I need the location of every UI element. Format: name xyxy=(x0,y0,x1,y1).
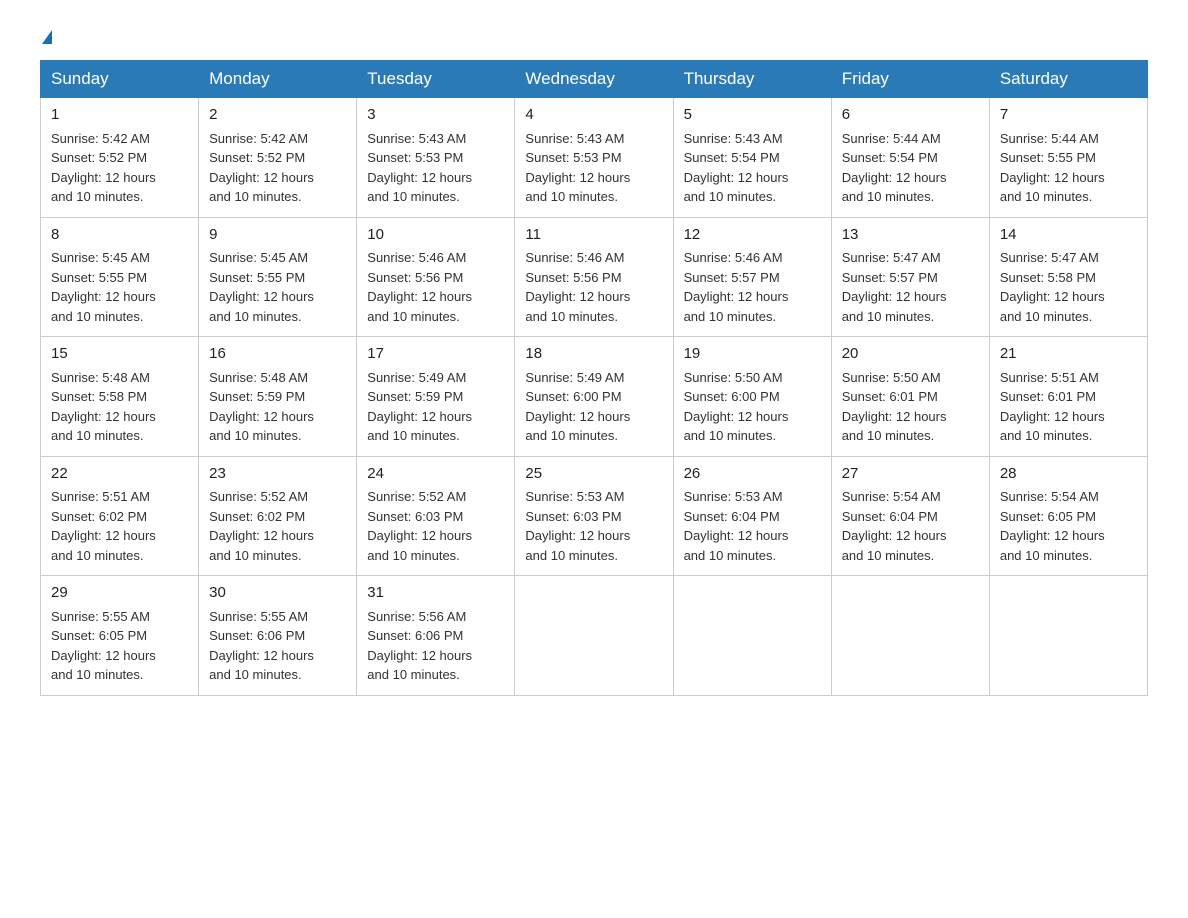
day-number: 30 xyxy=(209,582,346,605)
calendar-week-2: 8Sunrise: 5:45 AMSunset: 5:55 PMDaylight… xyxy=(41,217,1148,337)
weekday-header-row: SundayMondayTuesdayWednesdayThursdayFrid… xyxy=(41,61,1148,98)
calendar-cell: 5Sunrise: 5:43 AMSunset: 5:54 PMDaylight… xyxy=(673,98,831,218)
page-header xyxy=(40,30,1148,44)
calendar-cell: 16Sunrise: 5:48 AMSunset: 5:59 PMDayligh… xyxy=(199,337,357,457)
calendar-cell: 24Sunrise: 5:52 AMSunset: 6:03 PMDayligh… xyxy=(357,456,515,576)
calendar-cell: 10Sunrise: 5:46 AMSunset: 5:56 PMDayligh… xyxy=(357,217,515,337)
day-number: 16 xyxy=(209,343,346,366)
day-number: 19 xyxy=(684,343,821,366)
weekday-header-tuesday: Tuesday xyxy=(357,61,515,98)
calendar-cell: 4Sunrise: 5:43 AMSunset: 5:53 PMDaylight… xyxy=(515,98,673,218)
day-number: 22 xyxy=(51,463,188,486)
day-number: 2 xyxy=(209,104,346,127)
day-number: 15 xyxy=(51,343,188,366)
weekday-header-thursday: Thursday xyxy=(673,61,831,98)
day-number: 12 xyxy=(684,224,821,247)
calendar-cell: 21Sunrise: 5:51 AMSunset: 6:01 PMDayligh… xyxy=(989,337,1147,457)
calendar-cell: 2Sunrise: 5:42 AMSunset: 5:52 PMDaylight… xyxy=(199,98,357,218)
calendar-cell: 30Sunrise: 5:55 AMSunset: 6:06 PMDayligh… xyxy=(199,576,357,696)
calendar-cell: 23Sunrise: 5:52 AMSunset: 6:02 PMDayligh… xyxy=(199,456,357,576)
calendar-cell: 11Sunrise: 5:46 AMSunset: 5:56 PMDayligh… xyxy=(515,217,673,337)
calendar-table: SundayMondayTuesdayWednesdayThursdayFrid… xyxy=(40,60,1148,696)
calendar-cell: 7Sunrise: 5:44 AMSunset: 5:55 PMDaylight… xyxy=(989,98,1147,218)
day-number: 1 xyxy=(51,104,188,127)
calendar-cell: 9Sunrise: 5:45 AMSunset: 5:55 PMDaylight… xyxy=(199,217,357,337)
calendar-cell: 29Sunrise: 5:55 AMSunset: 6:05 PMDayligh… xyxy=(41,576,199,696)
weekday-header-monday: Monday xyxy=(199,61,357,98)
calendar-week-4: 22Sunrise: 5:51 AMSunset: 6:02 PMDayligh… xyxy=(41,456,1148,576)
calendar-cell: 3Sunrise: 5:43 AMSunset: 5:53 PMDaylight… xyxy=(357,98,515,218)
calendar-cell: 6Sunrise: 5:44 AMSunset: 5:54 PMDaylight… xyxy=(831,98,989,218)
calendar-cell: 17Sunrise: 5:49 AMSunset: 5:59 PMDayligh… xyxy=(357,337,515,457)
calendar-cell: 14Sunrise: 5:47 AMSunset: 5:58 PMDayligh… xyxy=(989,217,1147,337)
day-number: 14 xyxy=(1000,224,1137,247)
calendar-week-1: 1Sunrise: 5:42 AMSunset: 5:52 PMDaylight… xyxy=(41,98,1148,218)
day-number: 17 xyxy=(367,343,504,366)
day-number: 5 xyxy=(684,104,821,127)
calendar-cell xyxy=(989,576,1147,696)
day-number: 18 xyxy=(525,343,662,366)
day-number: 27 xyxy=(842,463,979,486)
day-number: 4 xyxy=(525,104,662,127)
day-number: 10 xyxy=(367,224,504,247)
calendar-cell: 12Sunrise: 5:46 AMSunset: 5:57 PMDayligh… xyxy=(673,217,831,337)
day-number: 23 xyxy=(209,463,346,486)
weekday-header-sunday: Sunday xyxy=(41,61,199,98)
weekday-header-friday: Friday xyxy=(831,61,989,98)
calendar-cell xyxy=(673,576,831,696)
calendar-cell xyxy=(515,576,673,696)
calendar-cell: 22Sunrise: 5:51 AMSunset: 6:02 PMDayligh… xyxy=(41,456,199,576)
day-number: 3 xyxy=(367,104,504,127)
day-number: 25 xyxy=(525,463,662,486)
calendar-week-5: 29Sunrise: 5:55 AMSunset: 6:05 PMDayligh… xyxy=(41,576,1148,696)
day-number: 9 xyxy=(209,224,346,247)
day-number: 28 xyxy=(1000,463,1137,486)
day-number: 24 xyxy=(367,463,504,486)
day-number: 20 xyxy=(842,343,979,366)
day-number: 29 xyxy=(51,582,188,605)
logo-triangle-icon xyxy=(42,30,52,44)
calendar-cell: 15Sunrise: 5:48 AMSunset: 5:58 PMDayligh… xyxy=(41,337,199,457)
weekday-header-wednesday: Wednesday xyxy=(515,61,673,98)
day-number: 13 xyxy=(842,224,979,247)
calendar-cell: 28Sunrise: 5:54 AMSunset: 6:05 PMDayligh… xyxy=(989,456,1147,576)
calendar-cell: 8Sunrise: 5:45 AMSunset: 5:55 PMDaylight… xyxy=(41,217,199,337)
day-number: 26 xyxy=(684,463,821,486)
calendar-cell: 25Sunrise: 5:53 AMSunset: 6:03 PMDayligh… xyxy=(515,456,673,576)
day-number: 6 xyxy=(842,104,979,127)
logo xyxy=(40,30,52,44)
calendar-cell: 31Sunrise: 5:56 AMSunset: 6:06 PMDayligh… xyxy=(357,576,515,696)
day-number: 11 xyxy=(525,224,662,247)
day-number: 8 xyxy=(51,224,188,247)
day-number: 31 xyxy=(367,582,504,605)
day-number: 21 xyxy=(1000,343,1137,366)
calendar-cell: 13Sunrise: 5:47 AMSunset: 5:57 PMDayligh… xyxy=(831,217,989,337)
calendar-cell: 1Sunrise: 5:42 AMSunset: 5:52 PMDaylight… xyxy=(41,98,199,218)
calendar-cell: 27Sunrise: 5:54 AMSunset: 6:04 PMDayligh… xyxy=(831,456,989,576)
day-number: 7 xyxy=(1000,104,1137,127)
calendar-cell: 18Sunrise: 5:49 AMSunset: 6:00 PMDayligh… xyxy=(515,337,673,457)
calendar-cell xyxy=(831,576,989,696)
calendar-cell: 19Sunrise: 5:50 AMSunset: 6:00 PMDayligh… xyxy=(673,337,831,457)
calendar-cell: 20Sunrise: 5:50 AMSunset: 6:01 PMDayligh… xyxy=(831,337,989,457)
weekday-header-saturday: Saturday xyxy=(989,61,1147,98)
calendar-cell: 26Sunrise: 5:53 AMSunset: 6:04 PMDayligh… xyxy=(673,456,831,576)
calendar-week-3: 15Sunrise: 5:48 AMSunset: 5:58 PMDayligh… xyxy=(41,337,1148,457)
